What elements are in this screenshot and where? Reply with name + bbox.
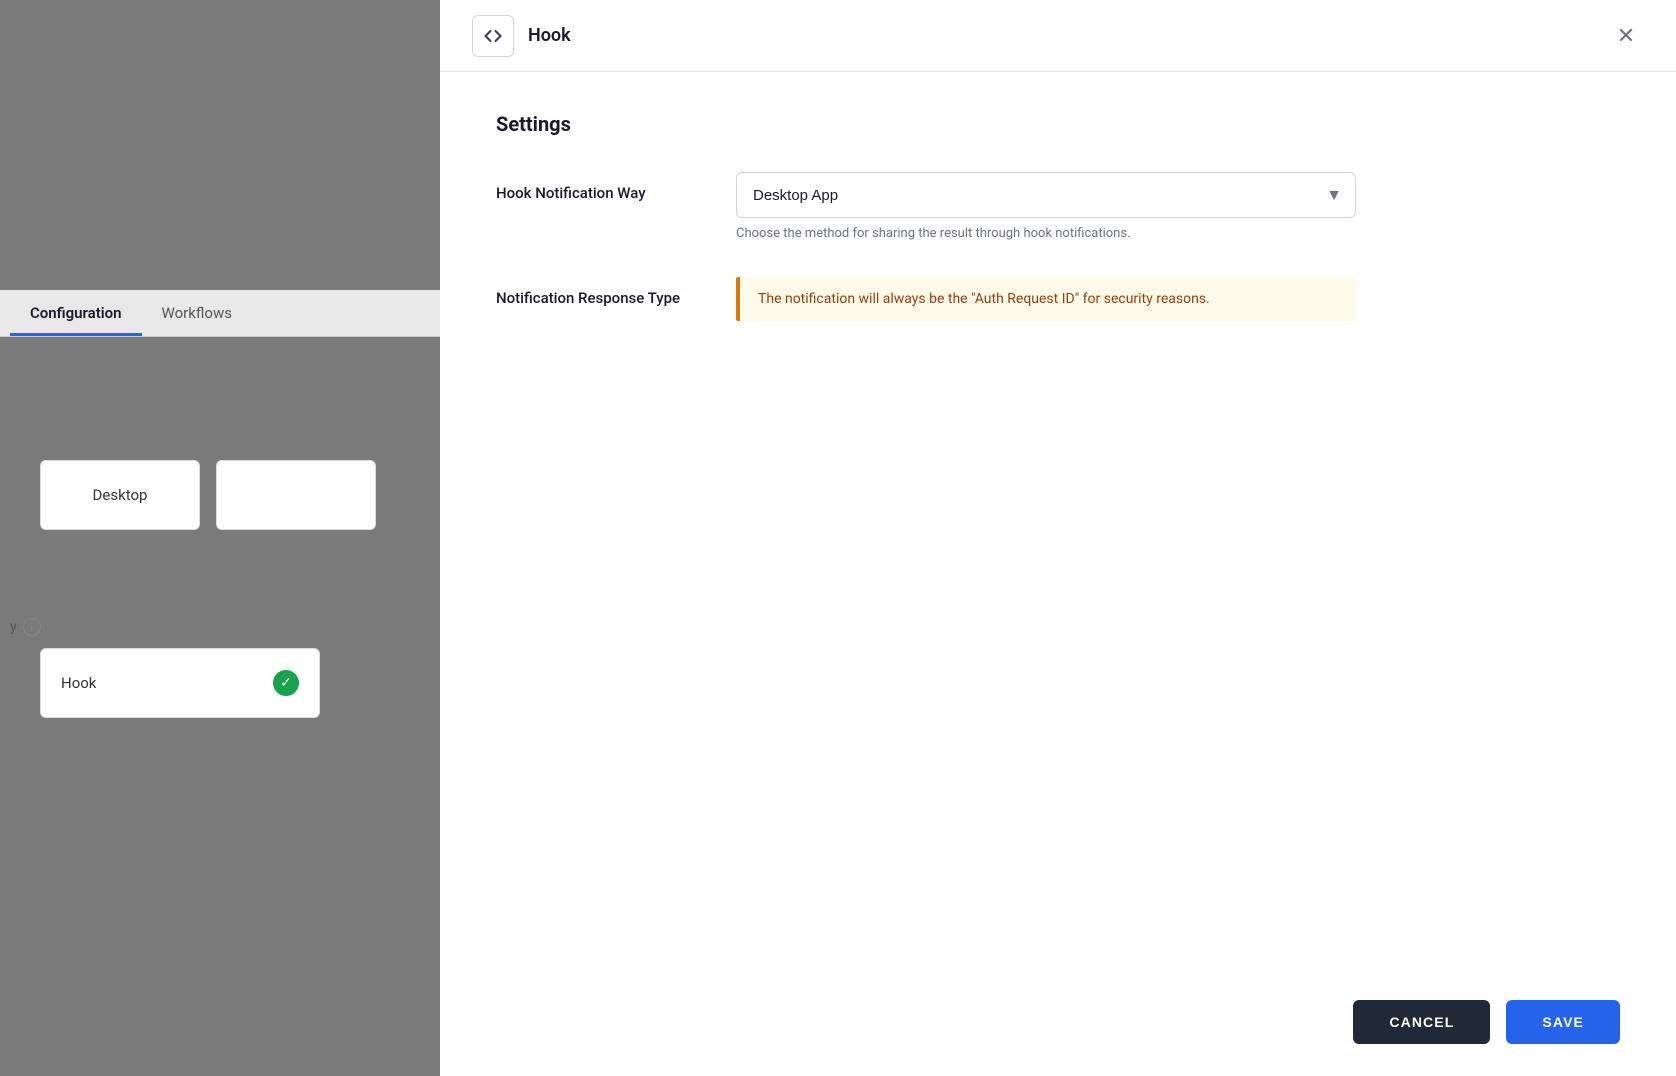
info-icon: i: [23, 618, 41, 636]
notification-response-type-control: The notification will always be the "Aut…: [736, 277, 1620, 321]
panel-body: Settings Hook Notification Way Desktop A…: [440, 72, 1676, 968]
cancel-button[interactable]: CANCEL: [1353, 1000, 1490, 1044]
hook-notification-way-label: Hook Notification Way: [496, 172, 736, 205]
bg-tab-configuration: Configuration: [10, 290, 142, 336]
check-badge: ✓: [273, 670, 299, 696]
notification-response-type-row: Notification Response Type The notificat…: [496, 277, 1620, 321]
notification-way-select-wrapper: Desktop App Email SMS Push ▼: [736, 172, 1356, 218]
bg-tab-workflows: Workflows: [142, 290, 252, 336]
bg-label-row: y i: [10, 618, 41, 636]
notification-response-type-label: Notification Response Type: [496, 277, 736, 310]
notification-way-hint: Choose the method for sharing the result…: [736, 226, 1620, 241]
bg-card-placeholder: [216, 460, 376, 530]
background-content: Configuration Workflows Desktop y i Hook…: [0, 0, 440, 1076]
bg-card-hook: Hook ✓: [40, 648, 320, 718]
warning-box: The notification will always be the "Aut…: [736, 277, 1356, 321]
hook-notification-way-row: Hook Notification Way Desktop App Email …: [496, 172, 1620, 241]
panel-header: Hook ✕: [440, 0, 1676, 72]
settings-title: Settings: [496, 112, 1620, 136]
close-button[interactable]: ✕: [1608, 18, 1644, 54]
settings-panel: Hook ✕ Settings Hook Notification Way De…: [440, 0, 1676, 1076]
save-button[interactable]: SAVE: [1506, 1000, 1620, 1044]
hook-notification-way-control: Desktop App Email SMS Push ▼ Choose the …: [736, 172, 1620, 241]
bg-card-desktop: Desktop: [40, 460, 200, 530]
background-tabs: Configuration Workflows: [0, 290, 440, 337]
bg-cards-row1: Desktop: [40, 460, 376, 530]
panel-footer: CANCEL SAVE: [440, 968, 1676, 1076]
panel-title: Hook: [528, 25, 571, 46]
bg-cards-row2: Hook ✓: [40, 648, 320, 718]
notification-way-select[interactable]: Desktop App Email SMS Push: [736, 172, 1356, 218]
code-icon-button[interactable]: [472, 15, 514, 57]
panel-header-left: Hook: [472, 15, 571, 57]
code-icon: [483, 26, 503, 46]
